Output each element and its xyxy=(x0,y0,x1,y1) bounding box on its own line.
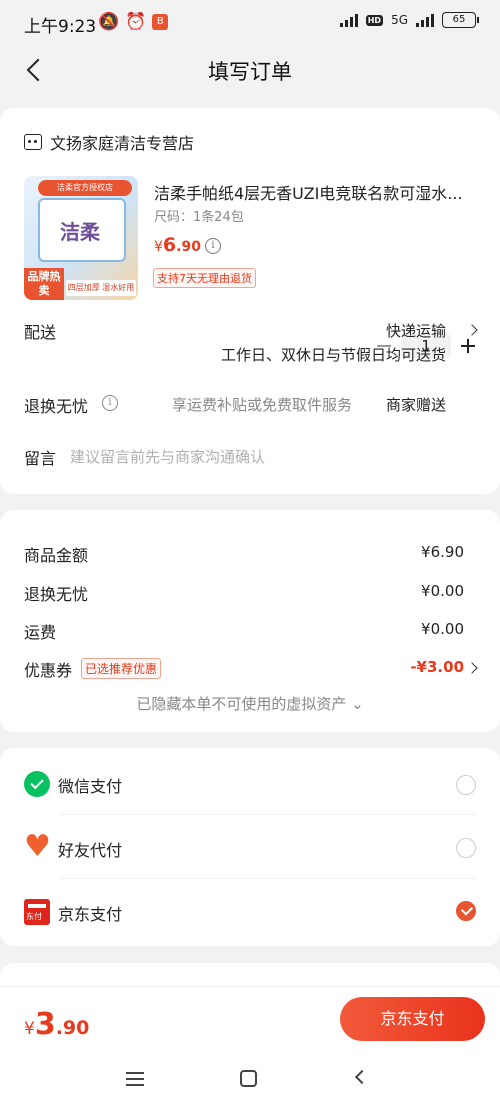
message-input[interactable]: 建议留言前先与商家沟通确认 xyxy=(70,446,265,467)
return-info-icon[interactable]: i xyxy=(102,395,118,411)
total-int: 3 xyxy=(34,1007,56,1042)
total-dec: .90 xyxy=(55,1017,90,1039)
shipping-label: 运费 xyxy=(24,623,57,642)
coupon-value[interactable]: -¥3.00 xyxy=(410,658,464,676)
return-service-label: 退换无忧 xyxy=(24,397,89,416)
return-fee-value: ¥0.00 xyxy=(421,582,464,600)
wechat-pay-icon xyxy=(24,771,50,797)
payment-option-wechat[interactable]: 微信支付 xyxy=(0,751,500,815)
back-icon[interactable] xyxy=(354,1069,370,1085)
hidden-assets-toggle[interactable]: 已隐藏本单不可使用的虚拟资产 ⌄ xyxy=(0,693,500,714)
product-spec: 尺码：1条24包 xyxy=(154,210,244,225)
payment-option-friend[interactable]: 好友代付 xyxy=(0,815,500,879)
hd-icon: HD xyxy=(365,14,384,26)
shop-icon xyxy=(24,134,42,150)
payment-label-wechat: 微信支付 xyxy=(58,777,123,796)
system-nav-bar xyxy=(0,1052,500,1111)
shipping-value: ¥0.00 xyxy=(421,620,464,638)
menu-icon[interactable] xyxy=(126,1072,144,1086)
product-image-tag: 品牌热卖 xyxy=(24,268,64,300)
shop-name: 文扬家庭清洁专营店 xyxy=(50,134,195,153)
order-total: ¥3.90 xyxy=(24,1007,89,1042)
submit-pay-button[interactable]: 京东支付 xyxy=(340,997,485,1041)
payment-label-jd: 京东支付 xyxy=(58,905,123,924)
app-notification-icon: B xyxy=(152,14,169,30)
jd-pay-icon xyxy=(24,899,50,925)
status-right: HD 5G 65 xyxy=(339,12,479,28)
coupon-badge: 已选推荐优惠 xyxy=(81,658,162,679)
product-image-slogan: 四层加厚 湿水好用 xyxy=(66,280,136,296)
delivery-label: 配送 xyxy=(24,323,57,342)
network-type: 5G xyxy=(391,13,408,27)
radio-jd-checked[interactable] xyxy=(456,901,476,921)
radio-friend[interactable] xyxy=(456,838,476,858)
goods-amount-label: 商品金额 xyxy=(24,546,89,565)
price-dec: .90 xyxy=(176,239,201,255)
return-policy-tag: 支持7天无理由退货 xyxy=(153,268,256,288)
return-service-gift: 商家赠送 xyxy=(385,396,446,414)
payment-card: 微信支付 好友代付 京东支付 xyxy=(0,748,500,946)
product-image[interactable]: 洁柔官方授权店 品牌热卖 四层加厚 湿水好用 xyxy=(24,176,138,300)
status-time: 上午9:23 xyxy=(24,17,97,37)
radio-wechat[interactable] xyxy=(456,775,476,795)
price-info-icon[interactable]: i xyxy=(205,238,221,254)
payment-label-friend: 好友代付 xyxy=(58,841,123,860)
product-price: ¥6.90 xyxy=(154,234,201,256)
return-service-desc: 享运费补贴或免费取件服务 xyxy=(172,396,353,414)
total-currency: ¥ xyxy=(24,1019,35,1039)
nav-bar: 填写订单 xyxy=(0,46,500,98)
home-icon[interactable] xyxy=(240,1070,257,1087)
status-bar: 上午9:23 🔕 ⏰ B HD 5G 65 xyxy=(0,0,500,46)
signal-icon-2 xyxy=(416,13,434,27)
delivery-method[interactable]: 快递运输 xyxy=(386,320,446,341)
shop-row[interactable]: 文扬家庭清洁专营店 xyxy=(24,130,194,154)
price-int: 6 xyxy=(162,234,177,256)
product-name[interactable]: 洁柔手帕纸4层无香UZI电竞联名款可湿水... xyxy=(154,180,476,204)
battery-icon: 65 xyxy=(442,12,479,28)
bottom-bar: ¥3.90 京东支付 xyxy=(0,986,500,1052)
signal-icon xyxy=(339,13,358,27)
goods-amount-value: ¥6.90 xyxy=(421,543,464,561)
price-summary-card: 商品金额 ¥6.90 退换无忧 ¥0.00 运费 ¥0.00 优惠券 已选推荐优… xyxy=(0,510,500,732)
coupon-label: 优惠券 xyxy=(24,661,73,680)
friend-pay-icon xyxy=(24,829,51,864)
order-card: 文扬家庭清洁专营店 洁柔官方授权店 品牌热卖 四层加厚 湿水好用 洁柔手帕纸4层… xyxy=(0,108,500,494)
chevron-right-icon[interactable] xyxy=(466,324,478,336)
alarm-icon: ⏰ xyxy=(125,12,147,32)
status-notifications: 🔕 ⏰ B xyxy=(98,12,169,32)
product-image-banner: 洁柔官方授权店 xyxy=(38,180,132,196)
coupon-chevron-icon[interactable] xyxy=(466,662,478,674)
return-fee-label: 退换无忧 xyxy=(24,585,89,604)
product-image-box xyxy=(40,200,124,260)
price-currency: ¥ xyxy=(154,239,163,255)
message-label: 留言 xyxy=(24,449,57,468)
page-title: 填写订单 xyxy=(208,60,292,84)
mute-icon: 🔕 xyxy=(98,12,120,32)
payment-option-jd[interactable]: 京东支付 xyxy=(0,879,500,943)
delivery-time: 工作日、双休日与节假日均可送货 xyxy=(220,346,446,364)
quantity-increase-button[interactable] xyxy=(458,336,478,356)
